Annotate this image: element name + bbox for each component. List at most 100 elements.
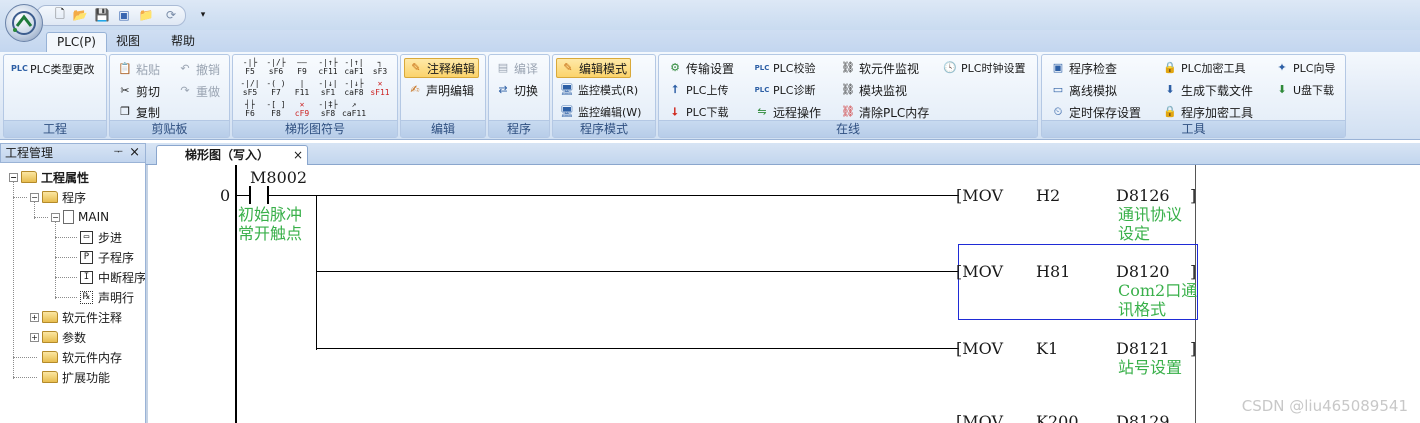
- save-as-icon[interactable]: ▣: [116, 7, 132, 23]
- ladder-delete-vline-button[interactable]: ✕ sF11: [367, 79, 393, 99]
- instruction-dest[interactable]: D8126: [1116, 186, 1170, 205]
- tree-node-subprogram[interactable]: P 子程序: [80, 247, 134, 267]
- open-folder-icon[interactable]: 📂: [72, 7, 88, 23]
- clear-plc-memory-button[interactable]: ⛓ 清除PLC内存: [837, 102, 932, 122]
- tree-node-params[interactable]: + 参数: [30, 327, 86, 347]
- transfer-setup-button[interactable]: ⚙ 传输设置: [664, 58, 737, 78]
- tab-help[interactable]: 帮助: [161, 32, 205, 52]
- offline-simulation-button[interactable]: ▭ 离线模拟: [1047, 80, 1120, 100]
- pane-close-icon[interactable]: ×: [129, 144, 140, 162]
- copy-button[interactable]: ❐ 复制: [114, 102, 163, 122]
- plc-download-label: PLC下载: [686, 106, 729, 119]
- refresh-icon[interactable]: ⟳: [163, 7, 179, 23]
- tree-node-program[interactable]: − 程序: [30, 187, 86, 207]
- tree-node-device-memory[interactable]: 软元件内存: [42, 347, 122, 367]
- instruction-source[interactable]: K1: [1036, 339, 1058, 358]
- ladder-invert-button[interactable]: -|‡├ sF8: [315, 100, 341, 120]
- ladder-delete-hline-button[interactable]: ✕ cF9: [289, 100, 315, 120]
- instruction-source[interactable]: K200: [1036, 412, 1079, 423]
- collapse-icon[interactable]: −: [30, 192, 39, 202]
- tab-ladder-write[interactable]: 梯形图（写入） ×: [156, 145, 308, 165]
- plc-diagnose-button[interactable]: PLC PLC诊断: [751, 80, 818, 100]
- tree-node-project-properties[interactable]: − 工程属性: [9, 167, 89, 187]
- instruction-dest[interactable]: D8121: [1116, 339, 1170, 358]
- usb-download-button[interactable]: ⬇ U盘下载: [1271, 80, 1337, 100]
- ladder-parallel-no-button[interactable]: -|/├ sF6: [263, 58, 289, 78]
- tree-node-extension[interactable]: 扩展功能: [42, 367, 110, 387]
- program-encrypt-button[interactable]: 🔒 程序加密工具: [1159, 102, 1256, 122]
- save-icon[interactable]: 💾: [94, 7, 110, 23]
- dest-comment-line2: 设定: [1118, 224, 1151, 243]
- ladder-pulse-parallel-button[interactable]: -|↑| caF1: [341, 58, 367, 78]
- customize-qat-icon[interactable]: ▾: [195, 7, 211, 23]
- switch-label: 切换: [514, 83, 539, 98]
- timed-save-button[interactable]: ⏲ 定时保存设置: [1047, 102, 1144, 122]
- compile-button[interactable]: ▤ 编译: [492, 58, 541, 78]
- ladder-fall-pulse-button[interactable]: -|↓| sF1: [315, 79, 341, 99]
- remote-operation-button[interactable]: ⇋ 远程操作: [751, 102, 824, 122]
- monitor-mode-button[interactable]: 🖥 监控模式(R): [556, 80, 641, 100]
- instruction-source[interactable]: H2: [1036, 186, 1060, 205]
- tree-node-statement[interactable]: ℞ 声明行: [80, 287, 134, 307]
- instruction-mov[interactable]: [MOV: [956, 339, 1003, 358]
- ladder-draw-line-button[interactable]: ↗ caF11: [341, 100, 367, 120]
- collapse-icon[interactable]: −: [9, 172, 18, 182]
- contact-address[interactable]: M8002: [250, 168, 307, 187]
- ladder-nc-contact-button[interactable]: -|/| sF5: [237, 79, 263, 99]
- collapse-icon[interactable]: −: [51, 212, 60, 222]
- switch-button[interactable]: ⇄ 切换: [492, 80, 541, 100]
- compile-icon: ▤: [497, 61, 509, 74]
- ladder-no-contact-button[interactable]: -|├ F5: [237, 58, 263, 78]
- close-tab-icon[interactable]: ×: [293, 146, 303, 165]
- instruction-mov[interactable]: [MOV: [956, 186, 1003, 205]
- program-check-button[interactable]: ▣ 程序检查: [1047, 58, 1120, 78]
- ladder-hline-button[interactable]: —— F9: [289, 58, 315, 78]
- instruction-dest[interactable]: D8120: [1116, 262, 1170, 281]
- redo-button[interactable]: ↷ 重做: [174, 81, 223, 101]
- application-button[interactable]: [5, 4, 43, 42]
- ladder-pulse-button[interactable]: -|↑├ cF11: [315, 58, 341, 78]
- plc-clock-setup-button[interactable]: 🕓 PLC时钟设置: [939, 58, 1028, 78]
- device-monitor-icon: ⛓: [841, 61, 855, 74]
- comment-edit-button[interactable]: ✎ 注释编辑: [404, 58, 480, 78]
- cut-button[interactable]: ✂ 剪切: [114, 81, 163, 101]
- ladder-instruction-button[interactable]: -[ ] F8: [263, 100, 289, 120]
- ladder-diagram[interactable]: 0 M8002 初始脉冲 常开触点 [MOV H2 D8126 ] 通讯协议 设…: [146, 165, 1420, 423]
- tree-node-main[interactable]: − MAIN: [51, 207, 109, 227]
- pin-icon[interactable]: ᅮ: [114, 144, 123, 162]
- plc-wizard-button[interactable]: ✦ PLC向导: [1271, 58, 1338, 78]
- new-file-icon[interactable]: 🗋: [52, 7, 68, 23]
- instruction-dest[interactable]: D8129: [1116, 412, 1170, 423]
- plc-verify-button[interactable]: PLC PLC校验: [751, 58, 818, 78]
- ladder-parallel-nc-button[interactable]: ┐ sF3: [367, 58, 393, 78]
- edit-mode-button[interactable]: ✎ 编辑模式: [556, 58, 632, 78]
- plc-verify-icon: PLC: [754, 64, 770, 72]
- plc-encrypt-label: PLC加密工具: [1181, 62, 1246, 75]
- generate-download-file-button[interactable]: ⬇ 生成下载文件: [1159, 80, 1256, 100]
- plc-type-change-button[interactable]: PLC PLC类型更改: [8, 59, 97, 79]
- instruction-mov[interactable]: [MOV: [956, 412, 1003, 423]
- tab-plc[interactable]: PLC(P): [46, 32, 107, 52]
- statement-edit-button[interactable]: ✍ 声明编辑: [404, 80, 477, 100]
- undo-button[interactable]: ↶ 撤销: [174, 59, 223, 79]
- plc-encrypt-button[interactable]: 🔒 PLC加密工具: [1159, 58, 1248, 78]
- tree-node-interrupt[interactable]: I 中断程序: [80, 267, 145, 287]
- instruction-mov[interactable]: [MOV: [956, 262, 1003, 281]
- tree-node-step[interactable]: ▭ 步进: [80, 227, 122, 247]
- paste-button[interactable]: 📋 粘贴: [114, 59, 163, 79]
- expand-icon[interactable]: +: [30, 332, 39, 342]
- device-monitor-button[interactable]: ⛓ 软元件监视: [837, 58, 922, 78]
- ladder-coil-button[interactable]: -( ) F7: [263, 79, 289, 99]
- module-monitor-button[interactable]: ⛓ 模块监视: [837, 80, 910, 100]
- plc-upload-button[interactable]: ⭡ PLC上传: [664, 80, 731, 100]
- tree-node-device-comment[interactable]: + 软元件注释: [30, 307, 122, 327]
- ladder-vline-button[interactable]: | F11: [289, 79, 315, 99]
- ladder-fall-parallel-button[interactable]: -|↓├ caF8: [341, 79, 367, 99]
- instruction-source[interactable]: H81: [1036, 262, 1070, 281]
- plc-download-button[interactable]: ⭣ PLC下载: [664, 102, 731, 122]
- project-open-icon[interactable]: 📁: [138, 7, 154, 23]
- tab-view[interactable]: 视图: [106, 32, 150, 52]
- expand-icon[interactable]: +: [30, 312, 39, 322]
- monitor-edit-button[interactable]: 🖥 监控编辑(W): [556, 102, 644, 122]
- ladder-parallel-contact-button[interactable]: ┤├ F6: [237, 100, 263, 120]
